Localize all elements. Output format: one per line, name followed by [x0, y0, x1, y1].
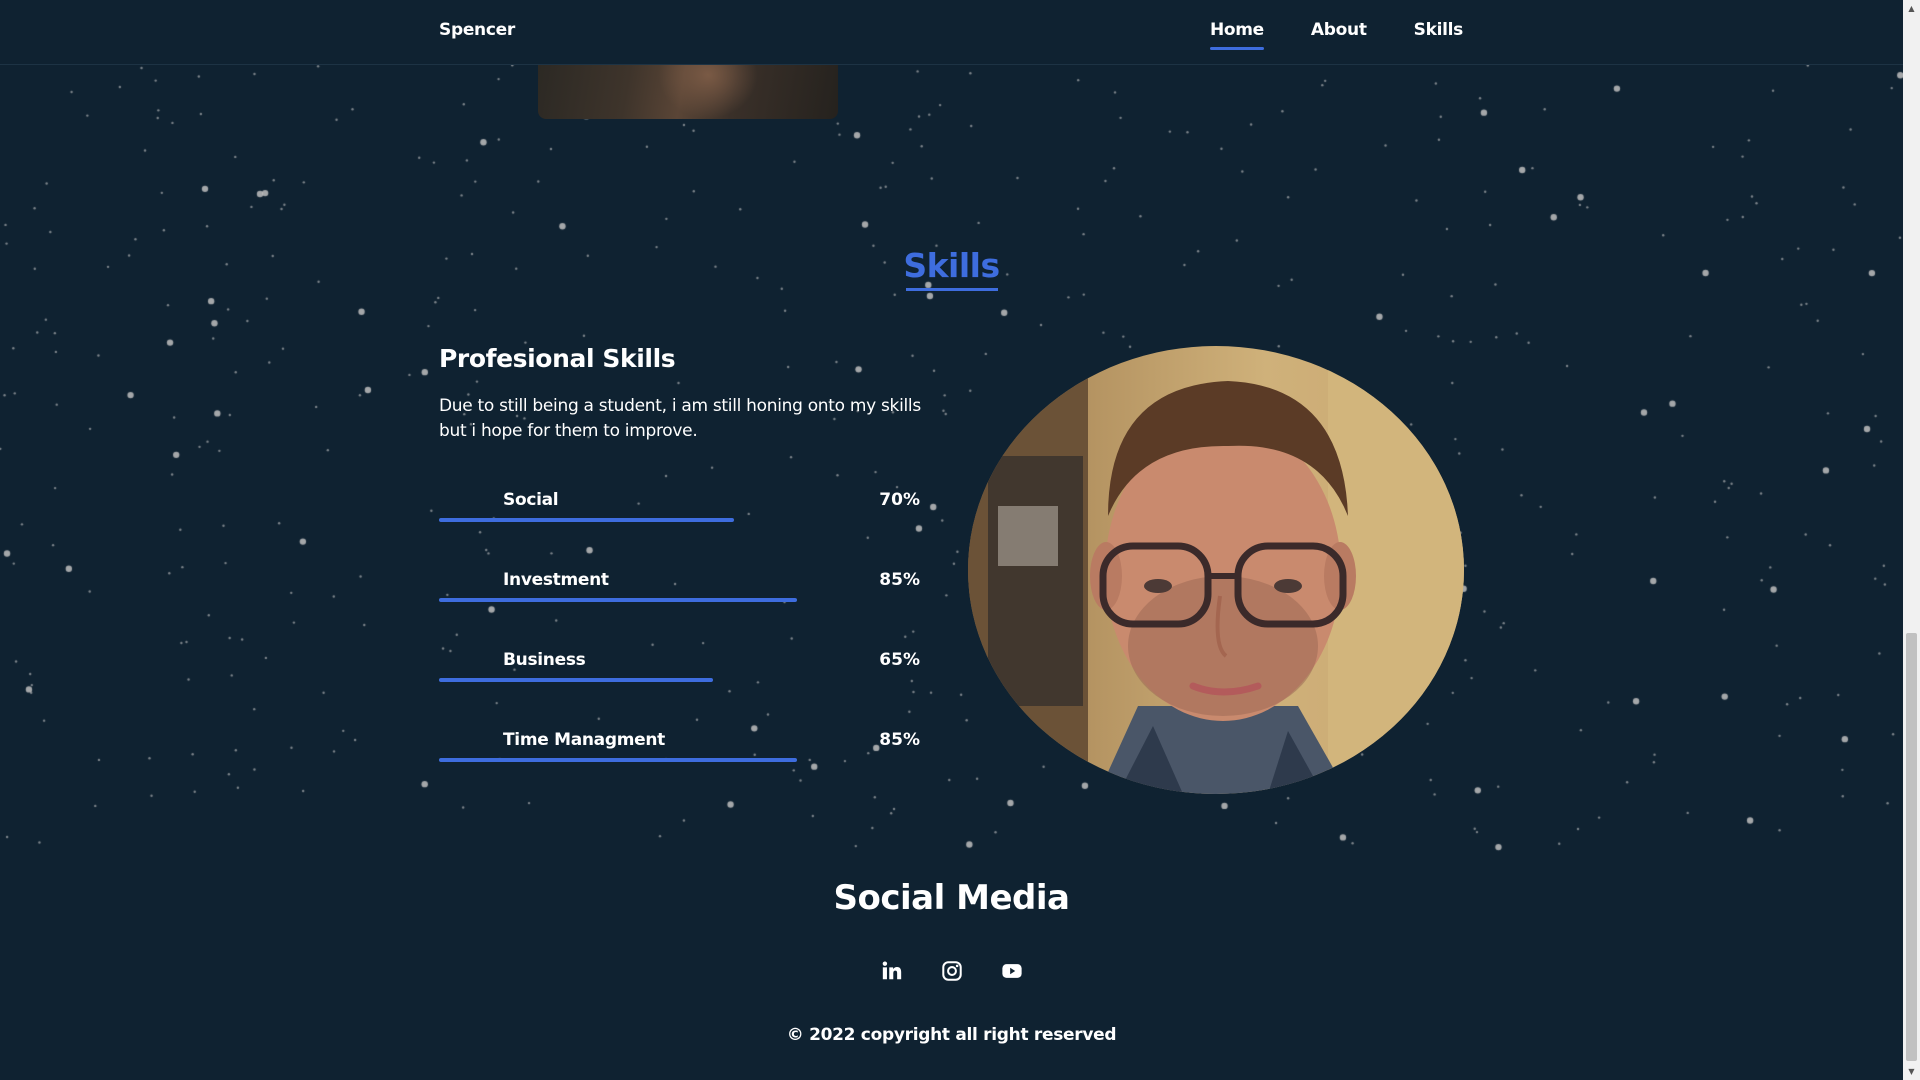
nav-link-home[interactable]: Home [1209, 20, 1264, 50]
skills-description: Due to still being a student, i am still… [439, 396, 921, 441]
nav-link-about[interactable]: About [1311, 20, 1367, 40]
skill-bar-fill [439, 518, 734, 522]
skill-investment: Investment 85% [439, 570, 920, 614]
nav-links: Home About Skills [1209, 20, 1464, 50]
professional-skills-heading: Profesional Skills [439, 344, 676, 373]
brand-logo[interactable]: Spencer [439, 20, 515, 40]
scroll-thumb[interactable] [1906, 633, 1917, 1061]
skills-section-title: Skills [0, 246, 1903, 291]
social-media-title: Social Media [833, 878, 1070, 918]
skill-name: Investment [503, 570, 609, 590]
skill-name: Social [503, 490, 559, 510]
skill-bar-fill [439, 598, 797, 602]
skill-name: Time Managment [503, 730, 665, 750]
about-photo-partial [538, 64, 838, 119]
instagram-icon[interactable] [941, 960, 963, 982]
skill-bar [439, 518, 860, 522]
skill-percent: 85% [879, 570, 920, 590]
skill-bar-fill [439, 758, 797, 762]
linkedin-icon[interactable] [881, 960, 903, 982]
youtube-icon[interactable] [1001, 960, 1023, 982]
skill-percent: 65% [879, 650, 920, 670]
skill-bar [439, 678, 860, 682]
skill-name: Business [503, 650, 586, 670]
nav-link-skills[interactable]: Skills [1414, 20, 1464, 40]
particle-background [0, 64, 1903, 854]
skill-bar [439, 758, 860, 762]
scroll-up-arrow-icon[interactable]: ▲ [1903, 0, 1920, 17]
profile-portrait [968, 346, 1464, 794]
skill-bar-fill [439, 678, 713, 682]
social-links [0, 960, 1903, 982]
skill-social: Social 70% [439, 490, 920, 534]
page-scrollbar[interactable]: ▲ ▼ [1903, 0, 1920, 1080]
skill-bar [439, 598, 860, 602]
top-navbar: Spencer Home About Skills [0, 0, 1903, 65]
skill-percent: 70% [879, 490, 920, 510]
footer-copyright: © 2022 copyright all right reserved [786, 1025, 1117, 1045]
skill-business: Business 65% [439, 650, 920, 694]
skill-percent: 85% [879, 730, 920, 750]
scroll-down-arrow-icon[interactable]: ▼ [1903, 1063, 1920, 1080]
skill-time-management: Time Managment 85% [439, 730, 920, 774]
